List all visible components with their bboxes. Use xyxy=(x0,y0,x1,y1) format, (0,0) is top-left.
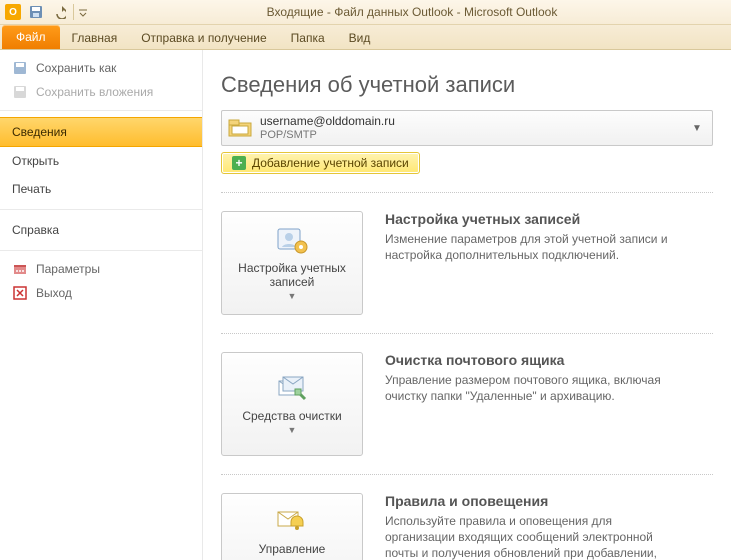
section-account-settings: Настройка учетных записей ▼ Настройка уч… xyxy=(221,211,713,315)
exit-icon xyxy=(12,285,28,301)
nav-label: Сохранить вложения xyxy=(36,85,153,99)
nav-label: Сведения xyxy=(12,125,67,139)
attachment-icon xyxy=(12,84,28,100)
section-text: Правила и оповещения Используйте правила… xyxy=(385,493,685,560)
section-desc: Управление размером почтового ящика, вкл… xyxy=(385,372,685,404)
save-icon xyxy=(29,5,43,19)
tile-label: Управление правилами и оповещениями xyxy=(228,542,356,560)
outlook-icon xyxy=(5,4,21,20)
cleanup-icon xyxy=(275,373,309,403)
ribbon-tabs: Файл Главная Отправка и получение Папка … xyxy=(0,25,731,50)
tab-home[interactable]: Главная xyxy=(60,27,130,49)
chevron-down-icon: ▼ xyxy=(288,425,297,435)
chevron-down-icon: ▼ xyxy=(288,291,297,301)
quick-access-toolbar xyxy=(0,2,93,22)
section-title: Правила и оповещения xyxy=(385,493,685,509)
nav-save-attachments[interactable]: Сохранить вложения xyxy=(0,80,202,104)
nav-open[interactable]: Открыть xyxy=(0,147,202,175)
tile-label: Средства очистки xyxy=(242,409,341,423)
section-desc: Изменение параметров для этой учетной за… xyxy=(385,231,685,263)
nav-info[interactable]: Сведения xyxy=(0,117,202,147)
chevron-down-icon: ▼ xyxy=(688,123,706,134)
nav-separator xyxy=(0,110,202,111)
tab-view[interactable]: Вид xyxy=(337,27,383,49)
folder-icon xyxy=(228,117,254,139)
options-icon xyxy=(12,261,28,277)
add-account-label: Добавление учетной записи xyxy=(252,156,409,170)
cleanup-tools-button[interactable]: Средства очистки ▼ xyxy=(221,352,363,456)
undo-icon xyxy=(52,5,66,19)
nav-separator xyxy=(0,209,202,210)
chevron-down-icon xyxy=(79,7,87,17)
outlook-window: Входящие - Файл данных Outlook - Microso… xyxy=(0,0,731,560)
nav-label: Параметры xyxy=(36,262,100,276)
rules-alerts-button[interactable]: Управление правилами и оповещениями xyxy=(221,493,363,560)
nav-label: Выход xyxy=(36,286,72,300)
tab-file[interactable]: Файл xyxy=(2,25,60,49)
save-as-icon xyxy=(12,60,28,76)
section-title: Настройка учетных записей xyxy=(385,211,685,227)
nav-label: Открыть xyxy=(12,154,59,168)
account-settings-button[interactable]: Настройка учетных записей ▼ xyxy=(221,211,363,315)
section-separator xyxy=(221,192,713,193)
qat-save-button[interactable] xyxy=(25,2,47,22)
nav-options[interactable]: Параметры xyxy=(0,257,202,281)
page-heading: Сведения об учетной записи xyxy=(221,72,713,98)
qat-separator xyxy=(73,4,74,20)
section-separator xyxy=(221,474,713,475)
nav-label: Справка xyxy=(12,223,59,237)
nav-save-as[interactable]: Сохранить как xyxy=(0,56,202,80)
tab-folder[interactable]: Папка xyxy=(279,27,337,49)
backstage-nav: Сохранить как Сохранить вложения Сведени… xyxy=(0,50,203,560)
backstage-body: Сохранить как Сохранить вложения Сведени… xyxy=(0,50,731,560)
section-text: Очистка почтового ящика Управление разме… xyxy=(385,352,685,456)
account-selector[interactable]: username@olddomain.ru POP/SMTP ▼ xyxy=(221,110,713,146)
section-desc: Используйте правила и оповещения для орг… xyxy=(385,513,685,560)
add-account-button[interactable]: + Добавление учетной записи xyxy=(221,152,420,174)
rules-icon xyxy=(275,506,309,536)
account-protocol: POP/SMTP xyxy=(260,128,688,142)
account-settings-icon xyxy=(275,225,309,255)
section-cleanup: Средства очистки ▼ Очистка почтового ящи… xyxy=(221,352,713,456)
account-text: username@olddomain.ru POP/SMTP xyxy=(260,114,688,142)
qat-undo-button[interactable] xyxy=(48,2,70,22)
tab-send-receive[interactable]: Отправка и получение xyxy=(129,27,278,49)
account-email: username@olddomain.ru xyxy=(260,114,688,128)
section-rules: Управление правилами и оповещениями Прав… xyxy=(221,493,713,560)
nav-separator xyxy=(0,250,202,251)
tile-label: Настройка учетных записей xyxy=(228,261,356,289)
section-title: Очистка почтового ящика xyxy=(385,352,685,368)
window-title: Входящие - Файл данных Outlook - Microso… xyxy=(93,5,731,19)
nav-label: Сохранить как xyxy=(36,61,116,75)
nav-exit[interactable]: Выход xyxy=(0,281,202,305)
nav-label: Печать xyxy=(12,182,51,196)
nav-help[interactable]: Справка xyxy=(0,216,202,244)
app-menu-button[interactable] xyxy=(2,2,24,22)
plus-icon: + xyxy=(232,156,246,170)
nav-print[interactable]: Печать xyxy=(0,175,202,203)
section-text: Настройка учетных записей Изменение пара… xyxy=(385,211,685,315)
qat-customize-button[interactable] xyxy=(76,2,90,22)
content-pane: Сведения об учетной записи username@oldd… xyxy=(203,50,731,560)
title-bar: Входящие - Файл данных Outlook - Microso… xyxy=(0,0,731,25)
section-separator xyxy=(221,333,713,334)
